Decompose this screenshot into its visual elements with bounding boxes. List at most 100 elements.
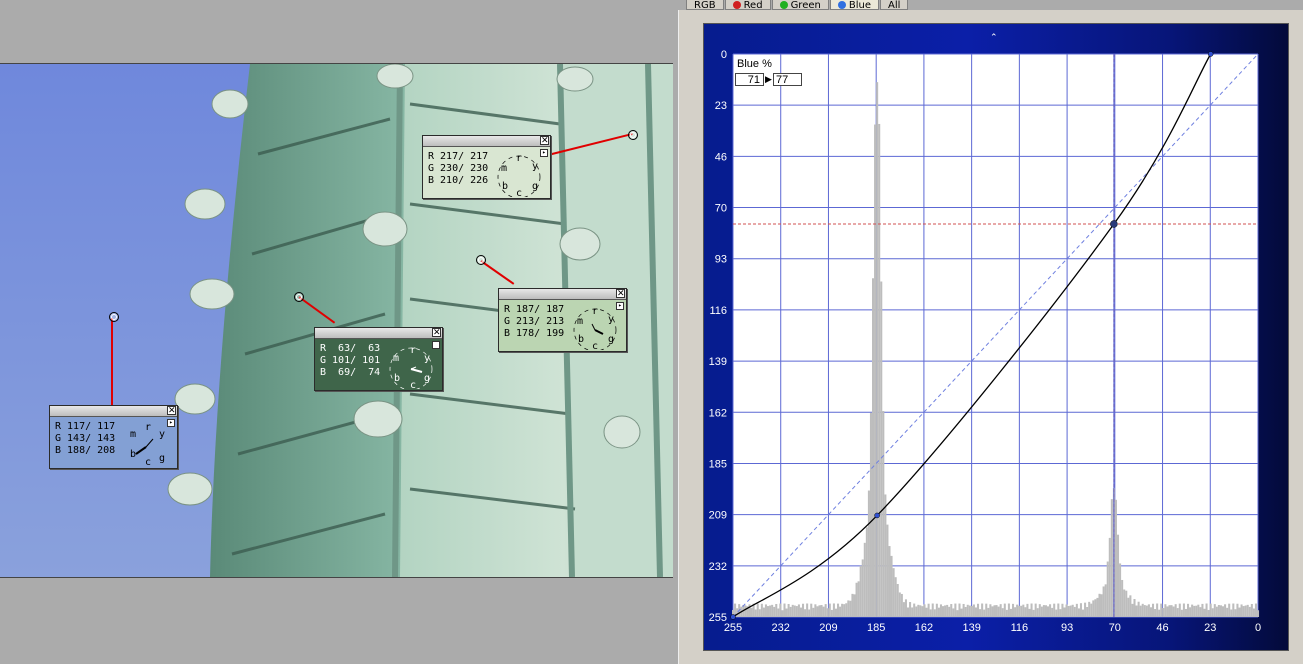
- histogram-bar: [1014, 607, 1017, 617]
- histogram-bar: [1178, 603, 1181, 617]
- histogram-bar: [977, 603, 980, 617]
- histogram-bar: [882, 411, 885, 617]
- histogram-bar: [1051, 607, 1054, 617]
- y-tick-label: 23: [715, 100, 727, 112]
- blue-value: B 188/ 208: [55, 445, 116, 456]
- probe-marker-2[interactable]: [294, 292, 304, 302]
- histogram-bar: [1195, 605, 1198, 617]
- curve-editor[interactable]: ⌃ 0 23 46 70 93 116 139 162 185 209 232 255 255 232 2…: [704, 24, 1288, 650]
- x-tick-label: 0: [1255, 622, 1261, 634]
- tab-label: Red: [743, 0, 763, 10]
- close-icon[interactable]: ✕: [167, 406, 176, 416]
- tab-label: RGB: [694, 0, 716, 10]
- collapse-chevron-icon[interactable]: ⌃: [990, 33, 998, 43]
- histogram-bar: [886, 524, 889, 617]
- histogram-bar: [1240, 604, 1243, 617]
- probe-marker-4[interactable]: [476, 255, 486, 265]
- histogram-bar: [867, 490, 870, 617]
- histogram-bar: [1162, 607, 1165, 617]
- tab-blue[interactable]: Blue: [829, 0, 879, 10]
- histogram-bar: [771, 604, 774, 617]
- histogram-bar: [1139, 605, 1142, 617]
- histogram-bar: [1020, 605, 1023, 617]
- readout-titlebar[interactable]: ✕: [499, 289, 626, 300]
- color-wheel-icon: m r y b c g: [497, 153, 541, 197]
- histogram-bar: [1102, 586, 1105, 617]
- histogram-bar: [1224, 604, 1227, 617]
- histogram-bar: [1007, 603, 1010, 617]
- dial-letter: b: [578, 334, 584, 345]
- tab-label: Blue: [848, 0, 871, 10]
- histogram-bar: [950, 604, 953, 617]
- curve-control-point[interactable]: [874, 512, 880, 519]
- tab-rgb[interactable]: RGB: [686, 0, 724, 10]
- histogram-bar: [1230, 609, 1233, 617]
- readout-values: R 117/ 117 G 143/ 143 B 188/ 208: [55, 421, 115, 457]
- histogram-bar: [1088, 601, 1091, 617]
- histogram-bar: [1001, 608, 1004, 617]
- x-tick-label: 255: [724, 622, 742, 634]
- histogram-bar: [999, 604, 1002, 617]
- y-tick-label: 209: [709, 510, 727, 522]
- readout-titlebar[interactable]: ✕: [315, 328, 442, 339]
- tab-red[interactable]: Red: [724, 0, 771, 10]
- histogram-bar: [909, 602, 912, 617]
- close-icon[interactable]: ✕: [616, 289, 625, 299]
- tab-green[interactable]: Green: [771, 0, 829, 10]
- histogram-bar: [1211, 608, 1214, 617]
- dial-letter: b: [130, 449, 136, 460]
- dial-letter: c: [516, 188, 522, 197]
- histogram-bar: [966, 604, 969, 617]
- color-readout-4[interactable]: ✕ R 187/ 187 G 213/ 213 B 178/ 199 ▸ m r…: [498, 288, 627, 352]
- histogram-bar: [839, 606, 842, 617]
- close-icon[interactable]: ✕: [540, 136, 549, 146]
- histogram-bar: [1205, 603, 1208, 617]
- histogram-bar: [874, 124, 877, 618]
- readout-titlebar[interactable]: ✕: [423, 136, 550, 147]
- close-icon[interactable]: ✕: [432, 328, 441, 338]
- tab-all[interactable]: All: [880, 0, 909, 10]
- x-tick-label: 116: [1011, 622, 1029, 634]
- histogram-bar: [1257, 610, 1260, 617]
- histogram-bar: [1032, 609, 1035, 617]
- histogram-bar: [1170, 605, 1173, 617]
- histogram-bar: [1038, 604, 1041, 617]
- histogram-bar: [837, 603, 840, 617]
- histogram-bar: [1160, 603, 1163, 617]
- histogram-bar: [760, 603, 763, 617]
- curve-control-point[interactable]: [1207, 51, 1214, 57]
- color-wheel-icon: m r y b c g: [130, 422, 165, 467]
- color-readout-2[interactable]: ✕ R 63/ 63 G 101/ 101 B 69/ 74 ▸ m r y b…: [314, 327, 443, 391]
- histogram-bar: [1079, 603, 1082, 617]
- histogram-bar: [832, 603, 835, 617]
- probe-marker-1[interactable]: [109, 312, 119, 322]
- histogram-bar: [1197, 604, 1200, 617]
- histogram-bar: [1189, 607, 1192, 617]
- y-tick-label: 93: [715, 254, 727, 266]
- histogram-bar: [1034, 603, 1037, 617]
- histogram-bar: [1123, 589, 1126, 617]
- histogram-bar: [933, 609, 936, 617]
- y-tick-label: 116: [709, 305, 727, 317]
- histogram-bar: [1252, 608, 1255, 617]
- output-value-field[interactable]: 77: [773, 73, 802, 86]
- input-value-field[interactable]: 71: [735, 73, 764, 86]
- curve-control-point[interactable]: [730, 614, 736, 620]
- color-readout-1[interactable]: ✕ R 117/ 117 G 143/ 143 B 188/ 208 ▸ m r…: [49, 405, 178, 469]
- x-tick-label: 139: [962, 622, 980, 634]
- histogram-bar: [1203, 608, 1206, 617]
- histogram-bar: [1250, 603, 1253, 617]
- histogram-bar: [1069, 605, 1072, 617]
- histogram-bar: [989, 604, 992, 617]
- histogram-bar: [913, 603, 916, 617]
- x-tick-label: 70: [1109, 622, 1121, 634]
- histogram-bar: [828, 603, 831, 617]
- histogram-bar: [1246, 604, 1249, 617]
- color-readout-3[interactable]: ✕ R 217/ 217 G 230/ 230 B 210/ 226 ▸ m r…: [422, 135, 551, 199]
- readout-titlebar[interactable]: ✕: [50, 406, 177, 417]
- histogram-bar: [1213, 604, 1216, 617]
- histogram-bar: [1141, 603, 1144, 617]
- probe-marker-3[interactable]: [628, 130, 638, 140]
- histogram-bar: [1152, 603, 1155, 617]
- curve-control-point[interactable]: [1110, 220, 1118, 228]
